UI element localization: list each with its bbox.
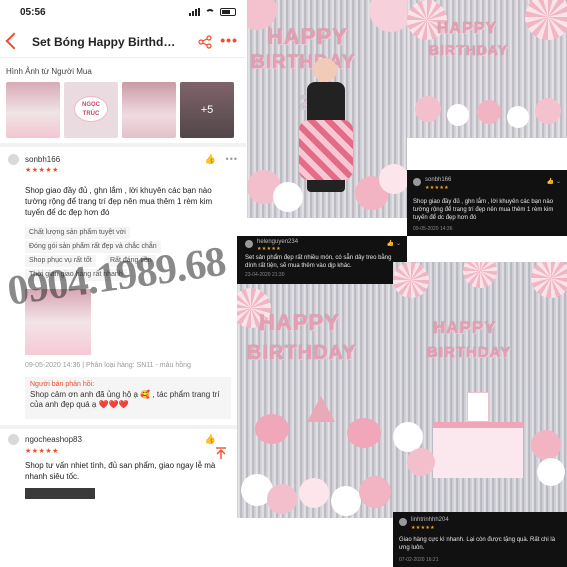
more-menu-icon[interactable]: •••	[220, 33, 238, 47]
reviewer-name: sonbh166	[25, 155, 61, 164]
review-card-dark: helenguyen234 ★★★★★ 👍 ⌄ Set sản phẩm đẹp…	[237, 236, 407, 284]
card-rating-stars: ★★★★★	[425, 185, 449, 191]
like-icon[interactable]: 👍	[205, 434, 216, 445]
nav-bar: Set Bóng Happy Birthday… •••	[0, 26, 246, 58]
buyer-photo-gallery: NGỌC TRÚC +5	[6, 82, 236, 140]
review-attachment	[25, 488, 95, 499]
foil-birthday: BIRTHDAY	[251, 52, 356, 73]
gallery-label: Hình Ảnh từ Người Mua	[6, 67, 92, 76]
pig-balloon	[347, 418, 381, 448]
status-time: 05:56	[20, 7, 46, 18]
party-table	[433, 422, 523, 478]
review-card-dark: linhtrinhhh204 ★★★★★ Giao hàng cực kì nh…	[393, 512, 567, 567]
rating-stars: ★★★★★	[25, 448, 59, 455]
card-review-date: 23-04-2020 21:30	[245, 272, 285, 278]
avatar	[8, 434, 19, 445]
more-photos-count: +5	[180, 82, 234, 138]
card-review-date: 09-05-2020 14:36	[413, 226, 453, 232]
foil-happy: HAPPY	[267, 24, 348, 49]
status-bar: 05:56	[0, 0, 246, 26]
collage-photo-wall: HAPPY BIRTHDAY	[407, 0, 567, 138]
cake	[467, 392, 489, 422]
card-rating-stars: ★★★★★	[411, 525, 435, 531]
collage-photo-woman: HAPPY BIRTHDAY 25	[247, 0, 407, 218]
back-arrow-icon[interactable]	[5, 32, 23, 50]
photo-name-tag: NGỌC TRÚC	[74, 96, 108, 122]
review-card-dark: sonbh166 ★★★★★ 👍 ⌄ Shop giao đầy đủ , gh…	[407, 170, 567, 236]
pig-balloon	[255, 414, 289, 444]
divider	[0, 425, 246, 429]
page-title: Set Bóng Happy Birthday…	[32, 35, 182, 49]
heart-icons: ❤️❤️❤️	[98, 400, 129, 409]
status-icons	[189, 8, 236, 16]
review-text: Shop tư vấn nhiet tình, đủ san phẩm, gia…	[25, 461, 216, 481]
seller-reply-title: Người bán phản hồi:	[30, 381, 95, 388]
avatar	[413, 178, 421, 186]
review-more-icon[interactable]: •••	[226, 154, 238, 164]
buyer-photo-thumb[interactable]: NGỌC TRÚC	[64, 82, 118, 138]
collage-photo-pigs: HAPPY BIRTHDAY	[237, 284, 393, 518]
avatar	[399, 518, 407, 526]
like-icon[interactable]: 👍	[205, 154, 216, 165]
card-reviewer-name: linhtrinhhh204	[411, 517, 449, 523]
card-review-date: 07-02-2020 16:21	[399, 557, 439, 563]
review-text: Shop giao đầy đủ , ghn lắm , lời khuyên …	[25, 186, 213, 217]
card-reviewer-name: sonbh166	[425, 177, 452, 183]
battery-icon	[220, 8, 236, 16]
foil-birthday: BIRTHDAY	[427, 344, 512, 361]
divider	[0, 143, 246, 147]
card-like-icon[interactable]: 👍 ⌄	[387, 240, 401, 247]
signal-icon	[189, 8, 200, 16]
foil-birthday: BIRTHDAY	[247, 342, 357, 364]
card-like-icon[interactable]: 👍 ⌄	[547, 178, 561, 185]
reviewer-name: ngocheashop83	[25, 435, 82, 444]
person-head	[313, 58, 337, 82]
photo-collage: HAPPY BIRTHDAY 25 HAPPY BIRTHDAY sonbh16…	[237, 0, 567, 567]
card-reviewer-name: helenguyen234	[257, 239, 299, 245]
buyer-photo-thumb[interactable]	[6, 82, 60, 138]
avatar	[245, 240, 253, 248]
seller-reply-text: Shop cảm ơn anh đã ủng hộ ạ 🥰 , tác phẩm…	[30, 390, 226, 410]
seller-reply-box: Người bán phản hồi: Shop cảm ơn anh đã ủ…	[25, 377, 231, 419]
scroll-to-top-icon[interactable]	[214, 446, 228, 460]
foil-birthday: BIRTHDAY	[429, 42, 509, 58]
card-review-text: Shop giao đầy đủ , ghn lắm , lời khuyên …	[413, 199, 554, 221]
rating-stars: ★★★★★	[25, 167, 59, 174]
avatar	[8, 154, 19, 165]
foil-happy: HAPPY	[437, 20, 498, 37]
foil-happy: HAPPY	[259, 310, 340, 335]
foil-happy: HAPPY	[433, 318, 497, 337]
review-meta: 09-05-2020 14:36 | Phân loại hàng: SN11 …	[25, 362, 191, 369]
card-review-text: Set sản phẩm đẹp rất nhiều món, có sẵn d…	[245, 255, 392, 269]
collage-photo-table: HAPPY BIRTHDAY	[393, 262, 567, 526]
phone-screen: 05:56 Set Bóng Happy Birthday… ••• Hình …	[0, 0, 246, 567]
buyer-photo-thumb-more[interactable]: +5	[180, 82, 234, 138]
wifi-icon	[205, 8, 215, 16]
card-rating-stars: ★★★★★	[257, 246, 281, 252]
share-icon[interactable]	[198, 35, 212, 49]
card-review-text: Giao hàng cực kì nhanh. Lại còn được tặn…	[399, 537, 556, 551]
review-tag: Chất lượng sản phẩm tuyệt vời	[25, 227, 130, 239]
buyer-photo-thumb[interactable]	[122, 82, 176, 138]
